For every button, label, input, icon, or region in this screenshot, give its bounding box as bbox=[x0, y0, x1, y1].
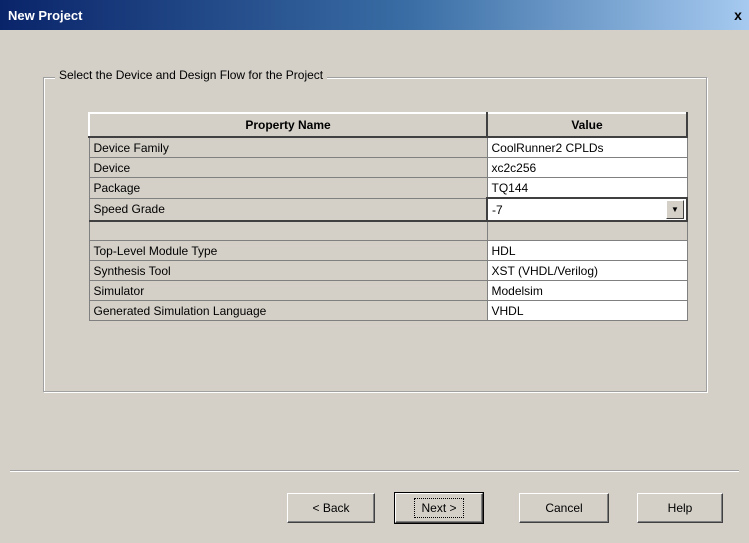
back-button[interactable]: < Back bbox=[287, 493, 375, 523]
title-bar: New Project x bbox=[0, 0, 749, 30]
help-button[interactable]: Help bbox=[637, 493, 723, 523]
property-value[interactable]: Modelsim bbox=[486, 280, 688, 301]
table-header-row: Property Name Value bbox=[88, 112, 688, 138]
property-value[interactable]: VHDL bbox=[486, 300, 688, 321]
chevron-down-icon[interactable]: ▼ bbox=[666, 200, 684, 219]
table-row-generated-simulation-language[interactable]: Generated Simulation Language VHDL bbox=[88, 300, 688, 321]
separator-cell bbox=[486, 220, 688, 241]
separator-cell bbox=[88, 220, 488, 241]
table-row-top-level-module-type[interactable]: Top-Level Module Type HDL bbox=[88, 240, 688, 261]
cancel-button-label: Cancel bbox=[545, 501, 583, 515]
property-name: Generated Simulation Language bbox=[88, 300, 488, 321]
property-value[interactable]: HDL bbox=[486, 240, 688, 261]
next-button[interactable]: Next > bbox=[394, 492, 484, 524]
table-row-synthesis-tool[interactable]: Synthesis Tool XST (VHDL/Verilog) bbox=[88, 260, 688, 281]
column-header-value[interactable]: Value bbox=[486, 112, 688, 138]
property-value[interactable]: xc2c256 bbox=[486, 157, 688, 178]
next-button-label: Next > bbox=[414, 498, 464, 518]
help-button-label: Help bbox=[667, 501, 693, 515]
property-name: Synthesis Tool bbox=[88, 260, 488, 281]
property-name: Package bbox=[88, 177, 488, 199]
property-name: Simulator bbox=[88, 280, 488, 301]
table-row-simulator[interactable]: Simulator Modelsim bbox=[88, 280, 688, 301]
property-table: Property Name Value Device Family CoolRu… bbox=[88, 112, 688, 321]
table-row-device-family[interactable]: Device Family CoolRunner2 CPLDs bbox=[88, 136, 688, 158]
column-header-property-name[interactable]: Property Name bbox=[88, 112, 488, 138]
window-title: New Project bbox=[8, 8, 83, 23]
property-name: Speed Grade bbox=[88, 197, 488, 222]
close-icon[interactable]: x bbox=[731, 8, 745, 22]
property-name: Device Family bbox=[88, 136, 488, 158]
table-row-speed-grade[interactable]: Speed Grade -7 ▼ bbox=[88, 197, 688, 222]
property-name: Device bbox=[88, 157, 488, 178]
speed-grade-dropdown[interactable]: -7 ▼ bbox=[486, 197, 688, 222]
speed-grade-value: -7 bbox=[492, 202, 503, 217]
table-row-package[interactable]: Package TQ144 bbox=[88, 177, 688, 199]
new-project-dialog: New Project x Select the Device and Desi… bbox=[0, 0, 749, 543]
table-row-device[interactable]: Device xc2c256 bbox=[88, 157, 688, 178]
property-value[interactable]: CoolRunner2 CPLDs bbox=[486, 136, 688, 158]
back-button-label: < Back bbox=[312, 501, 350, 515]
property-value[interactable]: TQ144 bbox=[486, 177, 688, 199]
button-separator bbox=[10, 470, 739, 472]
property-value[interactable]: XST (VHDL/Verilog) bbox=[486, 260, 688, 281]
property-name: Top-Level Module Type bbox=[88, 240, 488, 261]
cancel-button[interactable]: Cancel bbox=[519, 493, 609, 523]
table-row-separator bbox=[88, 220, 688, 241]
group-label: Select the Device and Design Flow for th… bbox=[55, 68, 328, 82]
